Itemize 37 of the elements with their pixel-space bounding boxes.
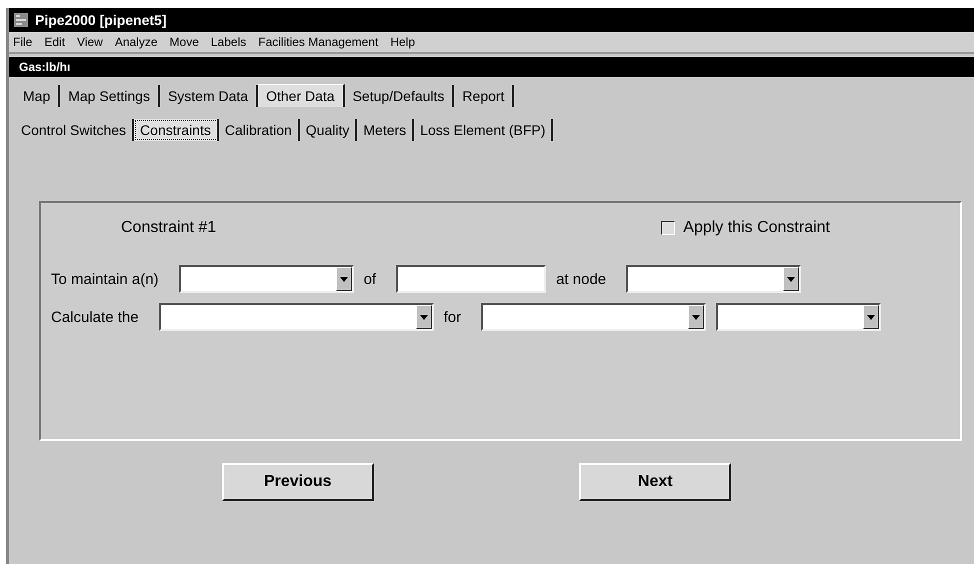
dropdown[interactable] (481, 303, 706, 331)
field-label: Calculate the (51, 308, 140, 326)
tab[interactable]: Report (454, 85, 514, 107)
dropdown[interactable] (158, 303, 434, 331)
menu-item[interactable]: Facilities Management (258, 35, 378, 49)
checkbox[interactable] (661, 221, 676, 235)
constraint-heading: Constraint #1 (121, 219, 216, 237)
menu-item[interactable]: Analyze (114, 35, 158, 49)
menu-item[interactable]: Help (390, 35, 415, 49)
menu-item[interactable]: Edit (44, 35, 66, 49)
tab[interactable]: Setup/Defaults (344, 85, 454, 107)
tab[interactable]: Map Settings (60, 85, 160, 107)
field-label: at node (556, 270, 608, 288)
dropdown[interactable] (178, 265, 354, 293)
tab[interactable]: Constraints (134, 119, 219, 141)
tab[interactable]: Meters (357, 119, 414, 141)
dropdown[interactable] (626, 265, 802, 293)
menu-item[interactable]: File (13, 35, 32, 49)
field-label: of (364, 270, 378, 288)
tab[interactable]: Calibration (218, 119, 300, 141)
app-icon (13, 12, 29, 28)
checkbox-label: Apply this Constraint (683, 219, 830, 237)
field-label: To maintain a(n) (51, 270, 160, 288)
tab[interactable]: Quality (300, 119, 358, 141)
menu-item[interactable]: View (77, 35, 103, 49)
field-label: for (444, 308, 462, 326)
menu-item[interactable]: Move (170, 35, 199, 49)
dropdown[interactable] (716, 303, 882, 331)
input-field[interactable] (396, 265, 546, 293)
tab[interactable]: Other Data (258, 84, 345, 107)
nav-button[interactable]: Next (579, 463, 732, 501)
tab[interactable]: Map (15, 85, 60, 107)
document-title: Gas:lb/hı (19, 60, 70, 74)
window-title: Pipe2000 [pipenet5] (35, 12, 166, 28)
tab[interactable]: Loss Element (BFP) (414, 119, 554, 141)
menu-item[interactable]: Labels (210, 35, 246, 49)
nav-button[interactable]: Previous (222, 463, 374, 501)
